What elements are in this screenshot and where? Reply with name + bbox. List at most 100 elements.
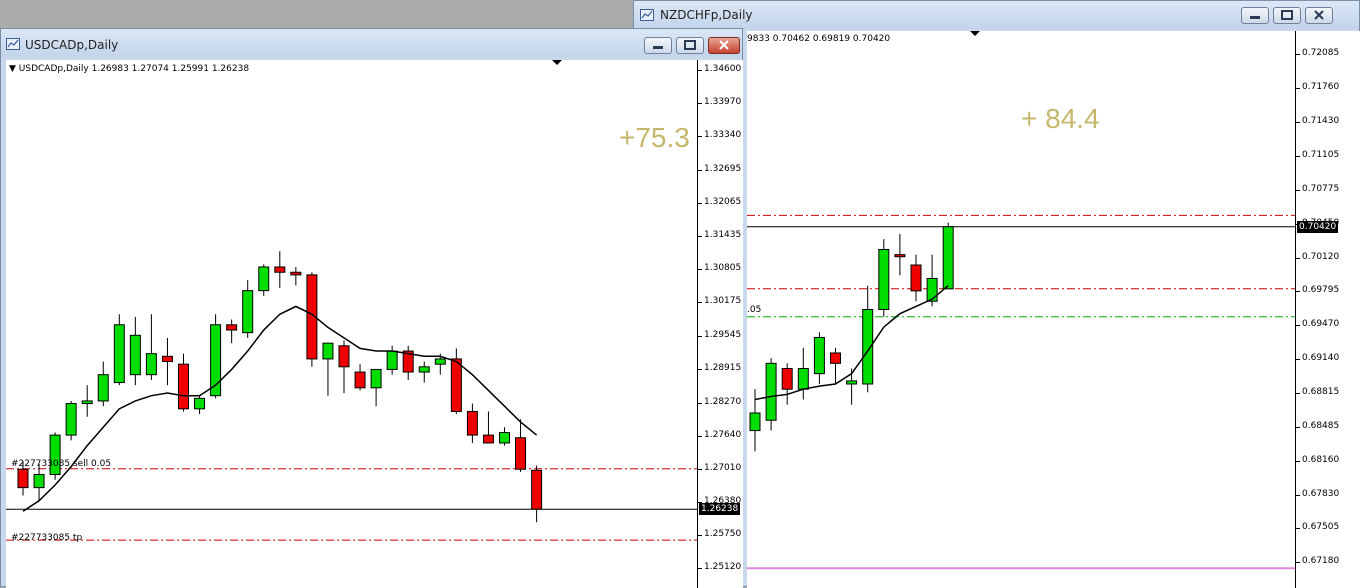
dropdown-triangle-icon[interactable]: ▼ bbox=[9, 64, 16, 74]
close-icon bbox=[719, 40, 729, 50]
nzdchf-titlebar[interactable]: NZDCHFp,Daily bbox=[634, 1, 1359, 29]
tick-mark bbox=[1296, 528, 1300, 530]
tick-mark bbox=[1296, 122, 1300, 124]
nzdchf-price-axis[interactable]: 0.72085 0.71760 0.71430 0.71105 0.70775 0.704… bbox=[1295, 31, 1360, 588]
price-tick: 0.67180 bbox=[1302, 556, 1340, 566]
tick-mark bbox=[698, 236, 702, 238]
usdcad-title: USDCADp,Daily bbox=[25, 38, 119, 52]
candle-body bbox=[178, 363, 189, 410]
candle-body bbox=[33, 473, 45, 489]
candle-body bbox=[894, 254, 906, 258]
candle-body bbox=[434, 358, 446, 365]
usdcad-price-axis[interactable]: 1.34600 1.33970 1.33340 1.32695 1.32065 1.314… bbox=[697, 60, 743, 588]
price-tick: 0.67830 bbox=[1302, 488, 1340, 499]
candle-body bbox=[370, 368, 382, 389]
candle-body bbox=[258, 266, 270, 292]
minimize-icon bbox=[1250, 16, 1260, 19]
restore-icon bbox=[1281, 10, 1293, 20]
sell-order-label[interactable]: #227733085 sell 0.05 bbox=[11, 459, 111, 469]
price-tick: 0.68485 bbox=[1302, 420, 1340, 431]
close-button[interactable] bbox=[708, 37, 740, 54]
candle-body bbox=[322, 342, 334, 360]
candle-body bbox=[797, 367, 809, 390]
candle-body bbox=[274, 266, 286, 273]
tick-mark bbox=[1296, 494, 1300, 496]
usdcad-window[interactable]: USDCADp,Daily ▼ USDCADp,Daily 1.26983 1.… bbox=[0, 28, 743, 588]
close-button[interactable] bbox=[1305, 7, 1333, 24]
usdcad-info-line: ▼ USDCADp,Daily 1.26983 1.27074 1.25991 … bbox=[9, 64, 249, 74]
restore-button[interactable] bbox=[1273, 7, 1301, 24]
price-tick: 1.27640 bbox=[704, 429, 742, 440]
tick-mark bbox=[698, 335, 702, 337]
candle-body bbox=[878, 248, 890, 311]
candle-body bbox=[338, 345, 350, 368]
price-tick: 1.25750 bbox=[704, 528, 742, 539]
tp-order-label[interactable]: #227733085 tp bbox=[11, 533, 82, 543]
price-tick: 0.69140 bbox=[1302, 353, 1340, 364]
candle-body bbox=[97, 374, 109, 402]
usdcad-chart bbox=[6, 60, 697, 541]
candle-body bbox=[813, 336, 825, 375]
tick-mark bbox=[698, 402, 702, 404]
usdcad-pips-label: +75.3 bbox=[619, 122, 690, 153]
price-tick: 0.69795 bbox=[1302, 285, 1340, 296]
price-tick: 1.27010 bbox=[704, 462, 742, 473]
usdcad-titlebar[interactable]: USDCADp,Daily bbox=[1, 29, 742, 57]
candle-body bbox=[765, 362, 777, 421]
tick-mark bbox=[1296, 291, 1300, 293]
candle-body bbox=[942, 226, 954, 290]
tick-mark bbox=[698, 568, 702, 569]
tick-mark bbox=[698, 269, 702, 271]
candle-body bbox=[226, 324, 238, 331]
candle-body bbox=[482, 434, 494, 444]
nzdchf-pips-label: + 84.4 bbox=[1021, 103, 1100, 134]
candle-body bbox=[145, 353, 157, 376]
nzdchf-plot-area[interactable]: 9833 0.70462 0.69819 0.70420 + 84.4 .05 bbox=[747, 31, 1295, 588]
candle-body bbox=[113, 324, 125, 384]
candle-body bbox=[242, 290, 254, 334]
tick-mark bbox=[1296, 325, 1300, 327]
nzdchf-title: NZDCHFp,Daily bbox=[660, 8, 753, 22]
candle-body bbox=[386, 350, 398, 370]
price-tick: 0.71430 bbox=[1302, 116, 1340, 127]
shift-marker-icon bbox=[970, 31, 980, 36]
candle-body bbox=[450, 358, 462, 412]
price-tick: 0.68160 bbox=[1302, 454, 1340, 465]
price-tick: 1.28270 bbox=[704, 396, 742, 407]
price-tick: 0.70775 bbox=[1302, 183, 1340, 194]
close-icon bbox=[1314, 10, 1324, 20]
price-tick: 0.67505 bbox=[1302, 522, 1340, 533]
price-tick: 0.72085 bbox=[1302, 48, 1340, 59]
price-tick: 0.70120 bbox=[1302, 251, 1340, 262]
minimize-button[interactable] bbox=[1241, 7, 1269, 24]
tick-mark bbox=[698, 70, 702, 71]
minimize-button[interactable] bbox=[644, 37, 672, 54]
tick-mark bbox=[1296, 460, 1300, 462]
candle-body bbox=[418, 366, 430, 373]
price-tick: 0.69470 bbox=[1302, 319, 1340, 330]
tick-mark bbox=[1296, 155, 1300, 157]
chart-window-icon bbox=[6, 38, 20, 50]
usdcad-info-text: USDCADp,Daily 1.26983 1.27074 1.25991 1.… bbox=[18, 64, 250, 74]
candle-body bbox=[129, 334, 141, 376]
tick-mark bbox=[1296, 562, 1300, 563]
candle-body bbox=[830, 352, 841, 364]
usdcad-plot-area[interactable]: ▼ USDCADp,Daily 1.26983 1.27074 1.25991 … bbox=[6, 60, 697, 588]
tick-mark bbox=[1296, 426, 1300, 428]
restore-button[interactable] bbox=[676, 37, 704, 54]
price-tick: 1.34600 bbox=[704, 64, 742, 74]
candle-body bbox=[194, 397, 206, 410]
nzdchf-info-line: 9833 0.70462 0.69819 0.70420 bbox=[747, 34, 891, 44]
nzdchf-order-label: .05 bbox=[747, 305, 762, 315]
price-tick: 1.29545 bbox=[704, 329, 742, 340]
price-tick: 0.71105 bbox=[1302, 149, 1340, 160]
price-tick: 1.30175 bbox=[704, 296, 742, 307]
tick-mark bbox=[698, 435, 702, 437]
candle-body bbox=[161, 355, 173, 363]
price-tick: 1.25120 bbox=[704, 562, 742, 572]
tick-mark bbox=[698, 170, 702, 172]
tick-mark bbox=[1296, 257, 1300, 259]
price-tick: 1.32065 bbox=[704, 197, 742, 208]
candle-body bbox=[499, 431, 510, 444]
candle-body bbox=[354, 371, 366, 389]
